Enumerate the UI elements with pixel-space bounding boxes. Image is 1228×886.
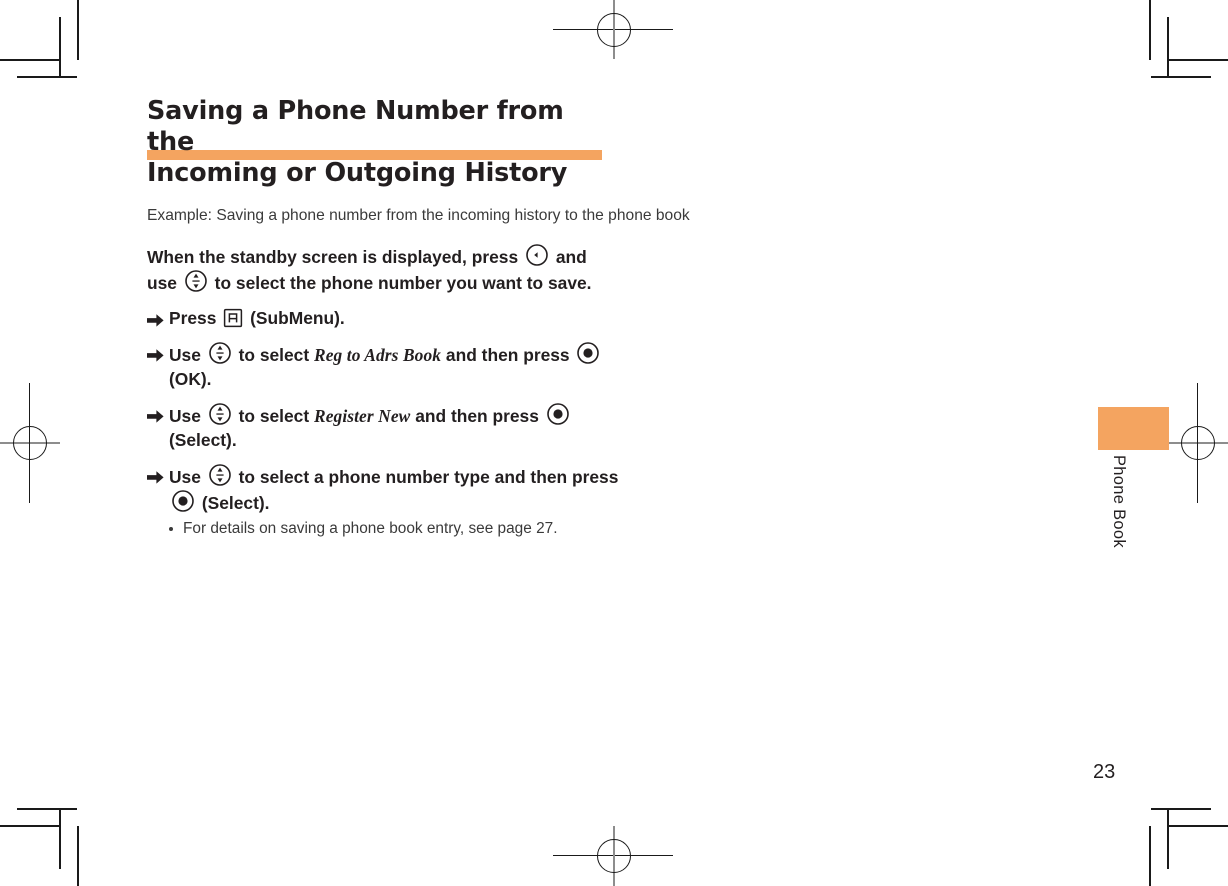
step-2-text-part-4: (OK).	[169, 368, 212, 389]
step-4-text-part-2: to select a phone number type and then p…	[238, 466, 619, 487]
registration-target-top	[597, 13, 631, 47]
example-label: Example:	[147, 207, 213, 224]
crop-mark-bottom-right-outer-horizontal	[1167, 825, 1228, 827]
step-1: Press (SubMenu).	[147, 306, 621, 330]
center-ok-key-icon	[576, 341, 600, 365]
step-4-note-text: For details on saving a phone book entry…	[183, 519, 558, 537]
crop-mark-bottom-left-inner-vertical	[59, 809, 61, 869]
registration-target-left	[13, 426, 47, 460]
up-down-navigation-key-icon	[208, 402, 232, 426]
crop-mark-top-right-inner-vertical	[1167, 17, 1169, 77]
section-tab-label: Phone Book	[1110, 455, 1128, 548]
step-3-text-part-2: to select	[238, 405, 310, 426]
registration-target-right	[1181, 426, 1215, 460]
step-2-text-part-3: and then press	[445, 344, 570, 365]
crop-mark-top-right-inner-horizontal	[1151, 76, 1211, 78]
crop-mark-bottom-left-inner-horizontal	[17, 808, 77, 810]
crop-mark-top-left-outer-horizontal	[0, 59, 61, 61]
crop-mark-top-right-outer-vertical	[1149, 0, 1151, 60]
step-3-text-part-4: (Select).	[169, 429, 237, 450]
step-arrow-icon	[147, 406, 164, 423]
center-ok-key-icon	[546, 402, 570, 426]
step-4: Use to select a phone number type and th…	[147, 463, 621, 540]
crop-mark-top-left-outer-vertical	[77, 0, 79, 60]
step-3: Use to select Register New and then pres…	[147, 402, 621, 452]
up-down-navigation-key-icon	[184, 269, 208, 293]
step-2: Use to select Reg to Adrs Book and then …	[147, 341, 621, 391]
step-3-text-part-1: Use	[169, 405, 201, 426]
crop-mark-bottom-right-outer-vertical	[1149, 826, 1151, 886]
page-number: 23	[1093, 761, 1116, 783]
example-line-1: Saving a phone number from the incoming …	[216, 207, 561, 224]
intro-instruction: When the standby screen is displayed, pr…	[147, 243, 609, 295]
up-down-navigation-key-icon	[208, 341, 232, 365]
crop-mark-bottom-left-outer-vertical	[77, 826, 79, 886]
step-4-text-part-4: (Select).	[201, 492, 270, 513]
intro-text-part-3: to select the phone number you want to s…	[214, 272, 592, 293]
bullet-dot-icon	[169, 526, 173, 531]
page-title-line-2: Incoming or Outgoing History	[147, 158, 568, 188]
step-4-note: For details on saving a phone book entry…	[169, 519, 613, 540]
example-line-2: to the phone book	[564, 207, 690, 224]
intro-text-part-1: When the standby screen is displayed, pr…	[147, 246, 519, 267]
step-4-text-part-1: Use	[169, 466, 201, 487]
page-content: Saving a Phone Number from the Incoming …	[147, 96, 690, 539]
crop-mark-top-right-outer-horizontal	[1167, 59, 1228, 61]
step-arrow-icon	[147, 345, 164, 362]
up-down-navigation-key-icon	[208, 463, 232, 487]
example-caption: Example: Saving a phone number from the …	[147, 206, 695, 227]
section-tab-marker	[1098, 407, 1169, 450]
step-3-menu-term: Register New	[314, 405, 411, 426]
crop-mark-bottom-left-outer-horizontal	[0, 825, 61, 827]
left-arrow-key-icon	[525, 243, 549, 267]
submenu-a-key-icon	[223, 308, 243, 328]
page-title-line-1: Saving a Phone Number from the	[147, 96, 564, 157]
registration-target-bottom	[597, 839, 631, 873]
step-arrow-icon	[147, 467, 164, 484]
page-title: Saving a Phone Number from the Incoming …	[147, 96, 607, 189]
center-ok-key-icon	[171, 489, 195, 513]
crop-mark-bottom-right-inner-vertical	[1167, 809, 1169, 869]
step-1-text-part-2: (SubMenu).	[250, 307, 345, 328]
step-arrow-icon	[147, 310, 164, 327]
crop-mark-top-left-inner-horizontal	[17, 76, 77, 78]
step-2-text-part-2: to select	[238, 344, 310, 365]
step-3-text-part-3: and then press	[415, 405, 539, 426]
step-1-text-part-1: Press	[169, 307, 217, 328]
crop-mark-bottom-right-inner-horizontal	[1151, 808, 1211, 810]
crop-mark-top-left-inner-vertical	[59, 17, 61, 77]
step-2-menu-term: Reg to Adrs Book	[314, 344, 442, 365]
step-2-text-part-1: Use	[169, 344, 201, 365]
